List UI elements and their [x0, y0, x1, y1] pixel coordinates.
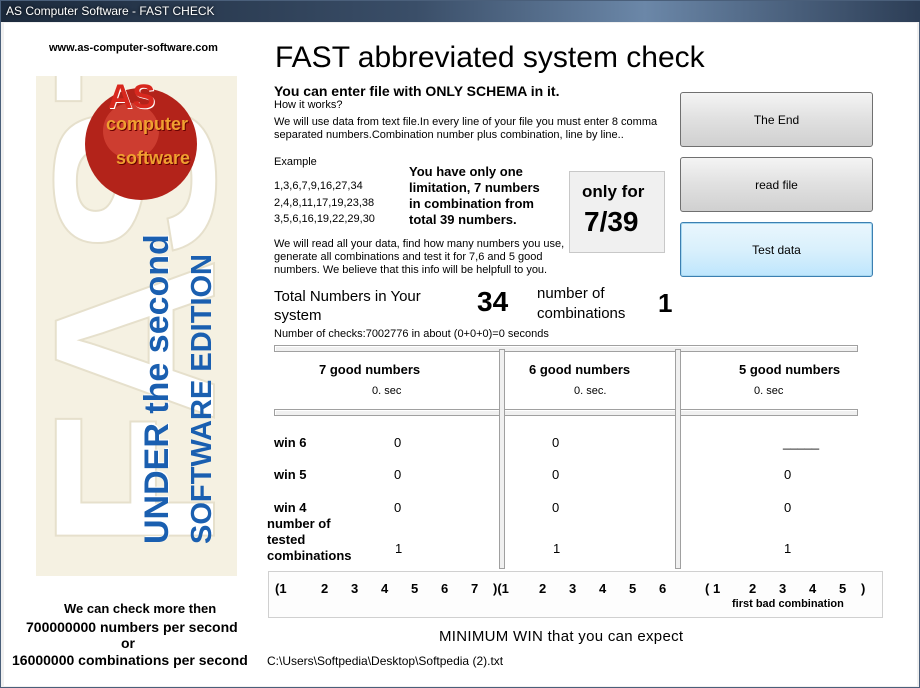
subtitle: You can enter file with ONLY SCHEMA in i… [274, 83, 560, 99]
combo7-n5: 5 [411, 581, 419, 596]
combo7-n3: 3 [351, 581, 359, 596]
limitation-line-2: limitation, 7 numbers [409, 180, 540, 195]
logo-as: AS [108, 78, 156, 116]
combo7-open: (1 [275, 581, 287, 596]
tested-col6: 1 [553, 541, 561, 556]
limit-ratio: 7/39 [584, 206, 639, 237]
combinations-label-2: combinations [537, 305, 626, 322]
read-info-line-2: generate all combinations and test it fo… [274, 251, 543, 263]
combo6-n4: 4 [599, 581, 607, 596]
combo7-n2: 2 [321, 581, 329, 596]
speed-line-1: We can check more then [64, 601, 217, 616]
win4-col5: 0 [784, 500, 792, 515]
combo6-n6: 6 [659, 581, 667, 596]
win5-label: win 5 [274, 467, 307, 482]
combo7-n4: 4 [381, 581, 389, 596]
total-numbers-label-2: system [274, 307, 322, 324]
limitation-line-1: You have only one [409, 164, 523, 179]
combo6-n3: 3 [569, 581, 577, 596]
app-window: AS Computer Software - FAST CHECK www.as… [0, 0, 920, 688]
file-path: C:\Users\Softpedia\Desktop\Softpedia (2)… [267, 654, 504, 668]
win6-col5: _____ [783, 435, 820, 450]
checks-info: Number of checks:7002776 in about (0+0+0… [274, 328, 549, 340]
combo7-n6: 6 [441, 581, 449, 596]
combo6-n5: 5 [629, 581, 637, 596]
combinations-value: 1 [658, 288, 673, 318]
col-6-time: 0. sec. [574, 385, 607, 397]
example-line-2: 2,4,8,11,17,19,23,38 [274, 197, 375, 209]
description-line-1: We will use data from text file.In every… [274, 116, 658, 128]
tested-label-1: number of [267, 516, 331, 531]
client-area: www.as-computer-software.com FAST AS com… [4, 23, 917, 686]
first-bad-label: first bad combination [732, 598, 844, 610]
col-divider-1 [499, 349, 505, 569]
logo-under-text: UNDER the second [138, 234, 176, 544]
logo-software: software [116, 148, 191, 168]
combinations-label-1: number of [537, 285, 605, 302]
combo5-close: ) [861, 581, 866, 596]
speed-line-3: or [121, 635, 135, 651]
win6-col6: 0 [552, 435, 560, 450]
tested-label-2: tested [267, 532, 306, 547]
combo5-n4: 4 [809, 581, 817, 596]
col-5-title: 5 good numbers [739, 362, 841, 377]
win4-label: win 4 [274, 500, 307, 515]
speed-line-4: 16000000 combinations per second [12, 652, 248, 668]
read-file-button[interactable]: read file [680, 157, 873, 212]
example-line-1: 1,3,6,7,9,16,27,34 [274, 180, 363, 192]
title-bar[interactable]: AS Computer Software - FAST CHECK [1, 1, 920, 22]
logo-edition-text: SOFTWARE EDITION [186, 254, 218, 544]
limitation-line-4: total 39 numbers. [409, 212, 517, 227]
tested-label-3: combinations [267, 548, 352, 563]
win5-col6: 0 [552, 467, 560, 482]
limitation-line-3: in combination from [409, 196, 534, 211]
win4-col7: 0 [394, 500, 402, 515]
total-numbers-label-1: Total Numbers in Your [274, 288, 421, 305]
col-7-time: 0. sec [372, 385, 402, 397]
combo6-open: )(1 [493, 581, 509, 596]
fast-logo: FAST AS computer software UNDER the seco… [36, 76, 237, 576]
col-6-title: 6 good numbers [529, 362, 631, 377]
combo5-open: ( 1 [705, 581, 721, 596]
minimum-win-label: MINIMUM WIN that you can expect [439, 628, 684, 645]
speed-line-2: 700000000 numbers per second [26, 619, 238, 635]
tested-col5: 1 [784, 541, 792, 556]
description-line-2: separated numbers.Combination number plu… [274, 129, 624, 141]
website-url: www.as-computer-software.com [49, 42, 218, 54]
combo5-n5: 5 [839, 581, 847, 596]
read-info-line-3: numbers. We believe that this info will … [274, 264, 548, 276]
combo6-n2: 2 [539, 581, 547, 596]
limit-box: only for 7/39 [569, 171, 665, 253]
logo-computer: computer [106, 114, 189, 134]
read-info-line-1: We will read all your data, find how man… [274, 238, 565, 250]
page-title: FAST abbreviated system check [275, 41, 705, 74]
mid-separator [274, 409, 858, 416]
test-data-button[interactable]: Test data [680, 222, 873, 277]
tested-col7: 1 [395, 541, 403, 556]
how-it-works: How it works? [274, 99, 343, 111]
combo5-n3: 3 [779, 581, 787, 596]
example-line-3: 3,5,6,16,19,22,29,30 [274, 213, 375, 225]
combo5-n2: 2 [749, 581, 757, 596]
col-7-title: 7 good numbers [319, 362, 421, 377]
win5-col5: 0 [784, 467, 792, 482]
col-5-time: 0. sec [754, 385, 784, 397]
win4-col6: 0 [552, 500, 560, 515]
top-separator [274, 345, 858, 352]
window-title: AS Computer Software - FAST CHECK [6, 4, 215, 18]
total-numbers-value: 34 [477, 286, 509, 317]
win6-label: win 6 [274, 435, 307, 450]
the-end-button[interactable]: The End [680, 92, 873, 147]
only-for-label: only for [582, 182, 645, 201]
example-label: Example [274, 156, 317, 168]
col-divider-2 [675, 349, 681, 569]
combination-display: (1 2 3 4 5 6 7 )(1 2 3 4 5 6 ( 1 2 3 4 5… [268, 571, 883, 618]
combo7-n7: 7 [471, 581, 479, 596]
win6-col7: 0 [394, 435, 402, 450]
win5-col7: 0 [394, 467, 402, 482]
